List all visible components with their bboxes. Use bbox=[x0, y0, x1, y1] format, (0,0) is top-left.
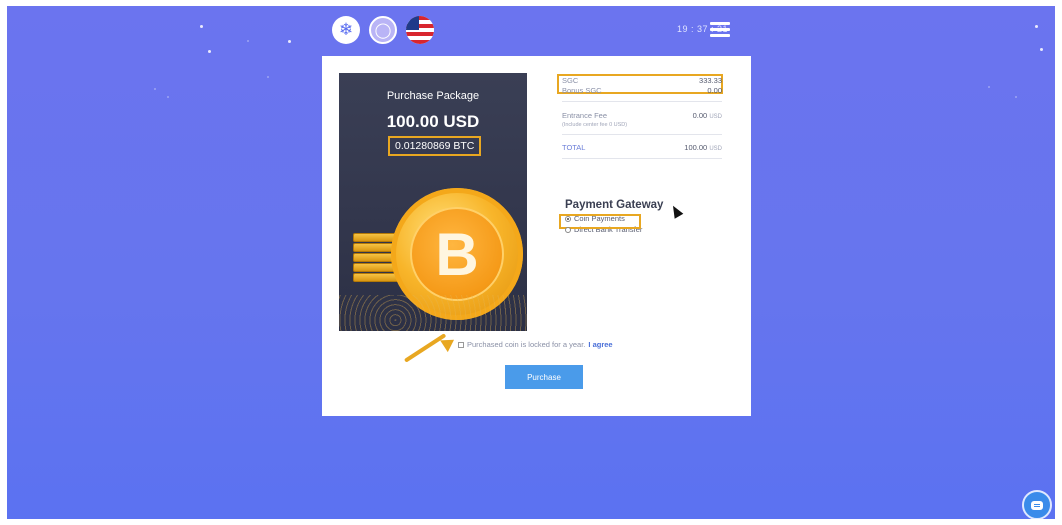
bonus-label: Bonus SGC bbox=[562, 86, 602, 95]
fee-note: (Include center fee 0 USD) bbox=[562, 122, 628, 128]
fee-label-group: Entrance Fee (Include center fee 0 USD) bbox=[562, 111, 627, 128]
package-title: Purchase Package bbox=[386, 90, 480, 102]
flag-canton bbox=[406, 16, 419, 30]
radio-coin-payments[interactable] bbox=[565, 215, 571, 222]
total-unit: USD bbox=[709, 146, 722, 152]
star-decoration bbox=[1035, 25, 1038, 28]
divider bbox=[562, 134, 722, 135]
mouse-cursor-icon bbox=[668, 203, 684, 219]
fee-label: Entrance Fee bbox=[562, 111, 608, 120]
star-decoration bbox=[208, 50, 211, 53]
fee-unit: USD bbox=[709, 114, 722, 120]
bitcoin-symbol: B bbox=[410, 207, 504, 301]
divider bbox=[562, 101, 722, 102]
us-flag-icon[interactable] bbox=[406, 16, 434, 44]
agreement-text: Purchased coin is locked for a year. bbox=[467, 340, 586, 349]
total-value-group: 100.00 USD bbox=[684, 143, 722, 152]
star-decoration bbox=[154, 88, 156, 90]
total-label: TOTAL bbox=[562, 143, 586, 152]
star-decoration bbox=[167, 96, 169, 98]
star-decoration bbox=[988, 86, 990, 88]
fee-value: 0.00 bbox=[692, 111, 708, 120]
glitter-decoration bbox=[339, 295, 527, 331]
star-decoration bbox=[247, 40, 249, 42]
chat-icon bbox=[1031, 500, 1043, 510]
menu-icon[interactable] bbox=[710, 22, 730, 37]
agree-link[interactable]: I agree bbox=[588, 340, 612, 349]
sgc-value: 333.33 bbox=[699, 76, 722, 85]
app-frame: ❄ ◯ 19 : 37 : 21 Purchase Package 100.00… bbox=[7, 6, 1055, 519]
total-row: TOTAL 100.00 USD bbox=[562, 143, 722, 152]
purchase-card: Purchase Package 100.00 USD 0.01280869 B… bbox=[322, 56, 751, 416]
user-icon[interactable]: ◯ bbox=[369, 16, 397, 44]
flag-stripes bbox=[406, 16, 434, 44]
snowflake-icon[interactable]: ❄ bbox=[332, 16, 360, 44]
divider bbox=[562, 158, 722, 159]
total-value: 100.00 bbox=[684, 143, 708, 152]
package-panel: Purchase Package 100.00 USD 0.01280869 B… bbox=[339, 73, 527, 331]
order-summary: SGC 333.33 Bonus SGC 0.00 Entrance Fee (… bbox=[557, 74, 723, 165]
star-decoration bbox=[288, 40, 291, 43]
sgc-row: SGC 333.33 bbox=[562, 76, 722, 85]
annotation-arrow bbox=[403, 333, 447, 363]
star-decoration bbox=[1015, 96, 1017, 98]
package-usd: 100.00 USD bbox=[386, 112, 480, 131]
gateway-title: Payment Gateway bbox=[565, 199, 664, 211]
chat-button[interactable] bbox=[1022, 490, 1052, 519]
purchase-button[interactable]: Purchase bbox=[505, 365, 583, 389]
fee-row: Entrance Fee (Include center fee 0 USD) … bbox=[562, 111, 722, 128]
bonus-value: 0.00 bbox=[707, 86, 722, 95]
bonus-row: Bonus SGC 0.00 bbox=[562, 86, 722, 95]
star-decoration bbox=[200, 25, 203, 28]
star-decoration bbox=[1040, 48, 1043, 51]
package-btc: 0.01280869 BTC bbox=[388, 136, 482, 156]
star-decoration bbox=[267, 76, 269, 78]
agreement-row: Purchased coin is locked for a year. I a… bbox=[458, 340, 613, 349]
sgc-label: SGC bbox=[562, 76, 579, 85]
payment-gateway: Payment Gateway Coin Payments Direct Ban… bbox=[559, 199, 664, 234]
radio-bank-transfer[interactable] bbox=[565, 226, 571, 233]
coin-payments-highlight bbox=[559, 214, 641, 229]
agree-checkbox[interactable] bbox=[458, 341, 464, 348]
fee-value-group: 0.00 USD bbox=[693, 111, 722, 128]
